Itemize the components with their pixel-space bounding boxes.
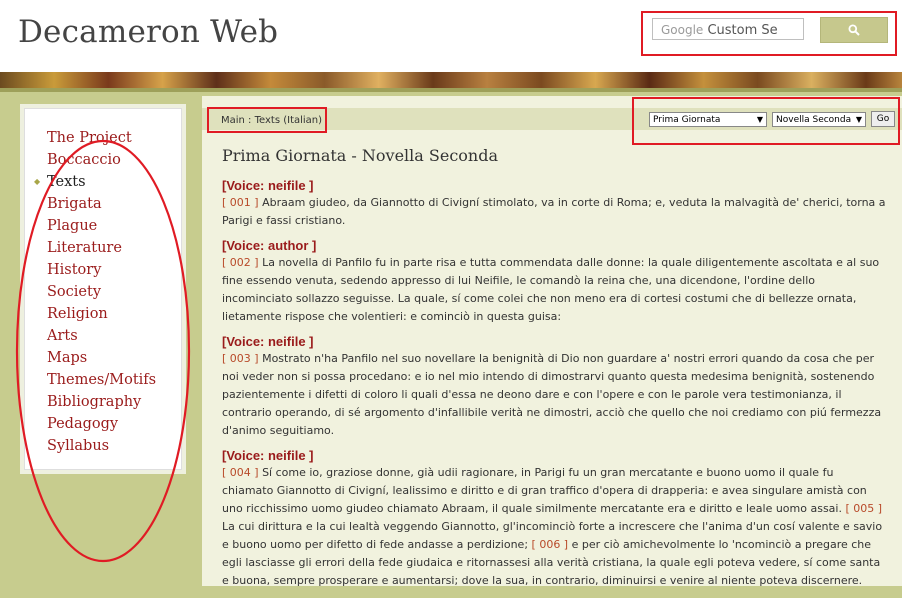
line-number-link[interactable]: [ 004 ]	[222, 466, 259, 479]
novella-select[interactable]: Novella Seconda ▼	[772, 112, 866, 127]
text-body: [Voice: neifile ] [ 001 ] Abraam giudeo,…	[222, 178, 886, 598]
chevron-down-icon: ▼	[855, 115, 862, 124]
go-button[interactable]: Go	[871, 111, 895, 127]
voice-heading: [Voice: neifile ]	[222, 448, 314, 463]
novella-select-value: Novella Seconda	[776, 115, 852, 125]
text-paragraph: [ 001 ] Abraam giudeo, da Giannotto di C…	[222, 194, 886, 230]
voice-heading: [Voice: neifile ]	[222, 334, 314, 349]
voice-heading: [Voice: author ]	[222, 238, 317, 253]
paragraph-text: La novella di Panfilo fu in parte risa e…	[222, 256, 880, 323]
site-header: Decameron Web Google Custom Se	[0, 0, 902, 73]
search-placeholder: Custom Se	[707, 23, 778, 38]
paragraph-text: Mostrato n'ha Panfilo nel suo novellare …	[222, 352, 882, 437]
line-number-link[interactable]: [ 003 ]	[222, 352, 259, 365]
line-number-link[interactable]: [ 002 ]	[222, 256, 259, 269]
search-input[interactable]: Google Custom Se	[652, 18, 804, 40]
paragraph-text: Abraam giudeo, da Giannotto di Civigní s…	[222, 196, 886, 227]
giornata-select-value: Prima Giornata	[653, 115, 721, 125]
chevron-down-icon: ▼	[756, 115, 763, 124]
text-paragraph: [ 002 ] La novella di Panfilo fu in part…	[222, 254, 886, 326]
text-paragraph: [ 004 ] Sí come io, graziose donne, già …	[222, 464, 886, 590]
site-title[interactable]: Decameron Web	[18, 14, 278, 50]
line-number-link[interactable]: [ 001 ]	[222, 196, 259, 209]
line-number-link[interactable]: [ 006 ]	[532, 538, 569, 551]
voice-heading: [Voice: neifile ]	[222, 178, 314, 193]
main-content: Main : Texts (Italian) Prima Giornata ▼ N…	[202, 96, 902, 587]
giornata-select[interactable]: Prima Giornata ▼	[649, 112, 767, 127]
page-title: Prima Giornata - Novella Seconda	[222, 146, 499, 165]
search-button[interactable]	[820, 17, 888, 43]
search-icon	[848, 24, 860, 36]
text-paragraph: [ 003 ] Mostrato n'ha Panfilo nel suo no…	[222, 350, 886, 440]
line-number-link[interactable]: [ 005 ]	[845, 502, 882, 515]
paragraph-text: Sí come io, graziose donne, già udii rag…	[222, 466, 867, 515]
search-google-label: Google	[661, 23, 704, 37]
breadcrumb[interactable]: Main : Texts (Italian)	[221, 115, 322, 126]
highlight-ellipse-sidebar	[15, 139, 191, 563]
